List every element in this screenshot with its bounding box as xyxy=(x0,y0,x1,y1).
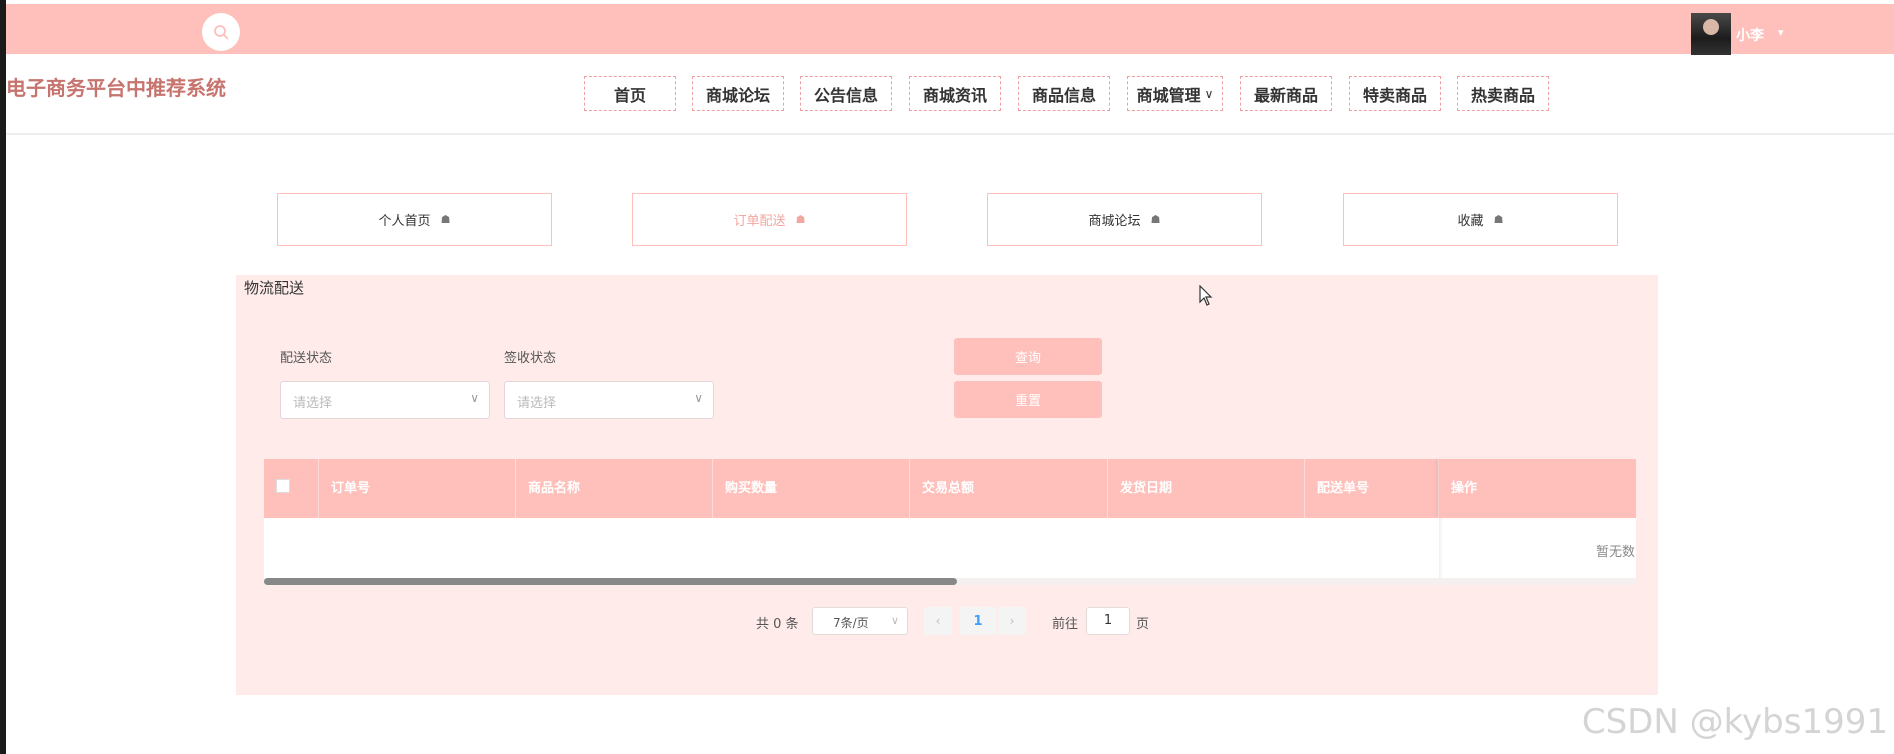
window-left-edge xyxy=(0,0,6,754)
tab-forum[interactable]: 商城论坛 ☗ xyxy=(987,193,1262,246)
nav-label: 商品信息 xyxy=(1031,85,1096,105)
nav-label: 首页 xyxy=(613,85,646,105)
select-placeholder: 请选择 xyxy=(293,396,333,411)
tab-personal-home[interactable]: 个人首页 ☗ xyxy=(277,193,552,246)
sign-status-select[interactable]: 请选择 ∨ xyxy=(504,381,714,419)
table-header: 订单号 商品名称 购买数量 交易总额 发货日期 配送单号 操作 xyxy=(264,459,1636,518)
home-icon: ☗ xyxy=(1493,213,1504,226)
empty-table-text: 暂无数 xyxy=(1596,545,1636,560)
query-button[interactable]: 查询 xyxy=(954,338,1102,375)
nav-item-sale-products[interactable]: 特卖商品 xyxy=(1349,76,1441,111)
header-divider xyxy=(6,133,1894,135)
panel-title: 物流配送 xyxy=(244,279,305,297)
home-icon: ☗ xyxy=(440,213,451,226)
select-all-column xyxy=(264,459,319,518)
column-header-actions: 操作 xyxy=(1439,459,1636,518)
watermark: CSDN @kybs1991 xyxy=(1581,702,1888,742)
nav-label: 商城管理 xyxy=(1136,85,1201,105)
nav-item-forum[interactable]: 商城论坛 xyxy=(692,76,784,111)
chevron-down-icon: ∨ xyxy=(694,391,703,405)
nav-label: 商城论坛 xyxy=(705,85,770,105)
site-title: 电子商务平台中推荐系统 xyxy=(6,76,226,100)
pagination-total: 共 0 条 xyxy=(756,617,799,632)
tab-label: 个人首页 xyxy=(378,214,431,229)
goto-page-input[interactable]: 1 xyxy=(1086,607,1130,635)
tab-favorites[interactable]: 收藏 ☗ xyxy=(1343,193,1618,246)
goto-label: 前往 xyxy=(1052,617,1079,632)
user-name[interactable]: 小李 xyxy=(1736,25,1764,45)
nav-label: 公告信息 xyxy=(813,85,878,105)
column-header-order-no[interactable]: 订单号 xyxy=(319,459,516,518)
nav-item-home[interactable]: 首页 xyxy=(584,76,676,111)
page-number-current[interactable]: 1 xyxy=(960,607,996,635)
nav-label: 热卖商品 xyxy=(1470,85,1535,105)
horizontal-scrollbar-thumb[interactable] xyxy=(264,578,957,585)
search-icon xyxy=(214,25,229,40)
column-header-product-name[interactable]: 商品名称 xyxy=(516,459,713,518)
delivery-status-label: 配送状态 xyxy=(280,351,333,366)
chevron-down-icon: ∨ xyxy=(890,614,899,627)
chevron-right-icon: › xyxy=(1009,614,1015,628)
sign-status-label: 签收状态 xyxy=(504,351,557,366)
tab-label: 商城论坛 xyxy=(1088,214,1141,229)
nav-label: 商城资讯 xyxy=(922,85,987,105)
nav-item-notice[interactable]: 公告信息 xyxy=(800,76,892,111)
chevron-down-icon: ∨ xyxy=(470,391,479,405)
column-header-total[interactable]: 交易总额 xyxy=(910,459,1108,518)
nav-item-new-products[interactable]: 最新商品 xyxy=(1240,76,1332,111)
tab-order-delivery[interactable]: 订单配送 ☗ xyxy=(632,193,907,246)
nav-item-mall-management[interactable]: 商城管理 ∨ xyxy=(1127,76,1223,111)
reset-button[interactable]: 重置 xyxy=(954,381,1102,418)
chevron-down-icon: ∨ xyxy=(1204,86,1214,101)
chevron-left-icon: ‹ xyxy=(935,614,941,628)
delivery-status-select[interactable]: 请选择 ∨ xyxy=(280,381,490,419)
mouse-cursor-icon xyxy=(1199,285,1213,306)
top-bar: 小李 ▾ xyxy=(6,4,1894,55)
caret-down-icon[interactable]: ▾ xyxy=(1778,26,1784,39)
pagination: 共 0 条 7条/页 ∨ ‹ 1 › 前往 1 页 xyxy=(236,607,1658,637)
nav-label: 特卖商品 xyxy=(1362,85,1427,105)
tab-label: 订单配送 xyxy=(733,214,786,229)
avatar[interactable] xyxy=(1691,13,1731,55)
home-icon: ☗ xyxy=(1150,213,1161,226)
search-button[interactable] xyxy=(202,13,240,51)
nav-label: 最新商品 xyxy=(1253,85,1318,105)
nav-item-hot-products[interactable]: 热卖商品 xyxy=(1457,76,1549,111)
page-unit-label: 页 xyxy=(1136,617,1150,632)
page-size-select[interactable]: 7条/页 ∨ xyxy=(812,607,908,635)
delivery-table: 订单号 商品名称 购买数量 交易总额 发货日期 配送单号 操作 暂无数 xyxy=(264,459,1636,585)
column-header-delivery-no[interactable]: 配送单号 xyxy=(1305,459,1439,518)
column-header-ship-date[interactable]: 发货日期 xyxy=(1108,459,1305,518)
select-placeholder: 请选择 xyxy=(517,396,557,411)
tab-label: 收藏 xyxy=(1457,214,1484,229)
home-icon: ☗ xyxy=(795,213,806,226)
page-size-value: 7条/页 xyxy=(833,616,869,630)
prev-page-button[interactable]: ‹ xyxy=(924,607,952,635)
select-all-checkbox[interactable] xyxy=(276,479,290,493)
next-page-button[interactable]: › xyxy=(998,607,1026,635)
logistics-panel: 物流配送 配送状态 请选择 ∨ 签收状态 请选择 ∨ 查询 重置 订单号 商品名… xyxy=(236,275,1658,695)
nav-item-news[interactable]: 商城资讯 xyxy=(909,76,1001,111)
fixed-column-shadow xyxy=(1439,518,1443,585)
column-header-quantity[interactable]: 购买数量 xyxy=(713,459,910,518)
nav-item-products[interactable]: 商品信息 xyxy=(1018,76,1110,111)
